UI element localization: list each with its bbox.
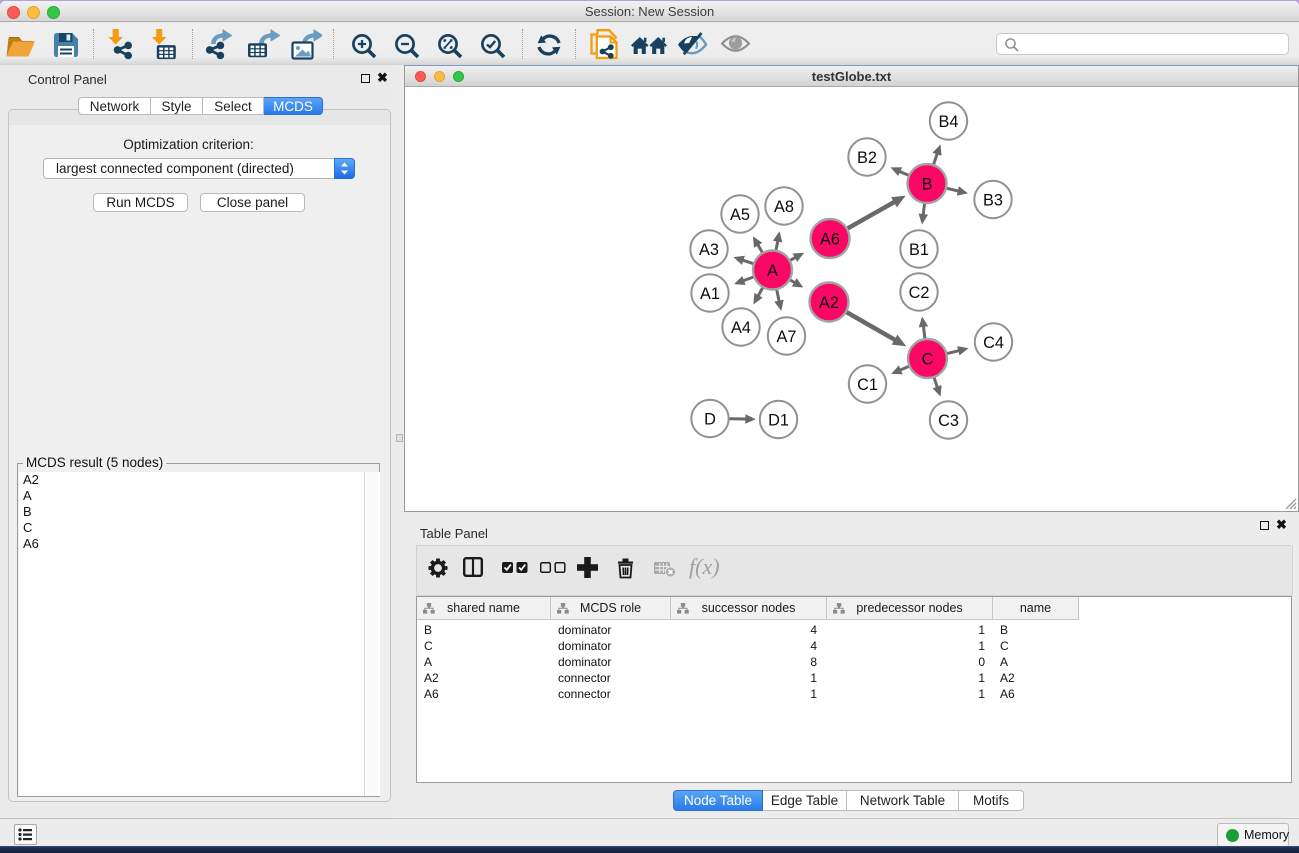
svg-text:A4: A4 (731, 319, 751, 337)
svg-text:A3: A3 (699, 241, 719, 259)
svg-text:B3: B3 (983, 191, 1003, 209)
svg-text:B: B (922, 175, 933, 193)
svg-text:A: A (767, 262, 778, 280)
svg-text:C: C (922, 350, 934, 368)
svg-text:C4: C4 (983, 334, 1004, 352)
svg-text:A8: A8 (774, 198, 794, 216)
svg-text:B2: B2 (857, 149, 877, 167)
svg-text:C2: C2 (909, 284, 930, 302)
svg-text:B4: B4 (939, 113, 959, 131)
svg-text:D: D (704, 410, 716, 428)
svg-text:A2: A2 (819, 294, 839, 312)
svg-text:A7: A7 (777, 328, 797, 346)
svg-text:A5: A5 (730, 206, 750, 224)
svg-text:A1: A1 (700, 285, 720, 303)
svg-text:C3: C3 (938, 412, 959, 430)
svg-text:B1: B1 (909, 241, 929, 259)
svg-text:C1: C1 (857, 376, 878, 394)
svg-text:D1: D1 (768, 411, 789, 429)
svg-text:A6: A6 (820, 230, 840, 248)
